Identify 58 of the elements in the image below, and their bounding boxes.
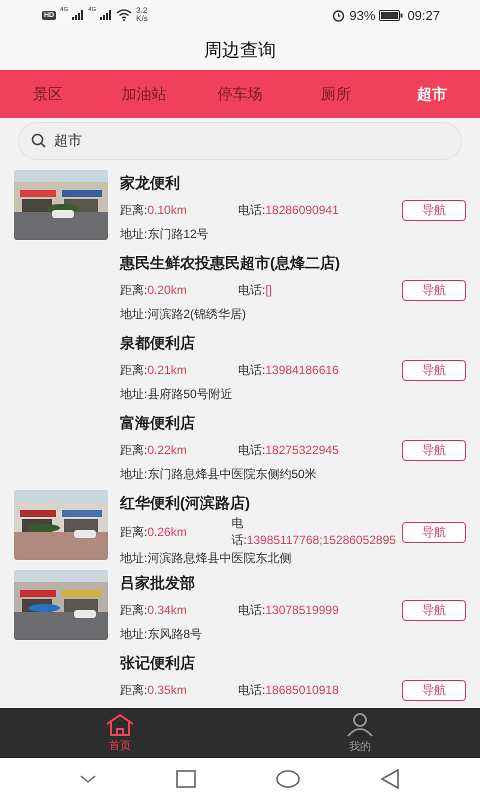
signal-icon [100,10,112,20]
store-name: 吕家批发部 [120,574,196,594]
category-tab[interactable]: 加油站 [96,72,192,116]
navigate-button[interactable]: 导航 [402,200,466,220]
navigate-button[interactable]: 导航 [402,600,466,620]
signal-icon [72,10,84,20]
category-tab[interactable]: 景区 [0,72,96,116]
store-name: 张记便利店 [120,654,196,674]
address-text: 地址:河滨路2(锦绣华居) [120,306,247,323]
page-title: 周边查询 [204,39,276,62]
distance-text: 距离:0.21km [120,362,188,378]
store-name: 家龙便利 [120,174,181,194]
category-tab[interactable]: 超市 [384,72,480,116]
address-text: 地址:东风路8号 [120,626,204,643]
phone-text: 电话:13985117768;15286052895 [231,515,397,549]
alarm-icon [332,8,346,22]
back-icon[interactable] [380,769,400,789]
bottom-tab[interactable]: 我的 [240,708,480,758]
search-field[interactable]: 超市 [18,122,462,160]
home-icon [105,714,135,736]
store-name: 泉都便利店 [120,334,196,354]
distance-text: 距离:0.34km [120,602,188,618]
network-speed: 3.2 K/s [136,7,148,23]
store-name: 红华便利(河滨路店) [120,494,251,514]
category-tab[interactable]: 厕所 [288,72,384,116]
wifi-icon [116,9,132,21]
address-text: 地址:东门路息烽县中医院东侧约50米 [120,466,318,483]
store-name: 惠民生鲜农投惠民超市(息烽二店) [120,254,341,274]
home-circle-icon[interactable] [276,770,300,788]
phone-text: 电话:[] [238,282,274,298]
battery-percent: 93% [349,8,376,22]
navigate-button[interactable]: 导航 [402,360,466,380]
phone-text: 电话:13078519999 [238,602,340,618]
search-icon [31,133,46,148]
store-name: 富海便利店 [120,414,196,434]
phone-text: 电话:13984186616 [238,362,340,378]
address-text: 地址:县府路50号附近 [120,386,234,403]
address-text: 地址:河滨路息烽县中医院东北侧 [120,550,292,567]
chevron-down-icon[interactable] [80,775,96,783]
clock-time: 09:27 [407,8,440,22]
address-text: 地址:东门路12号 [120,226,210,243]
distance-text: 距离:0.22km [120,442,188,458]
navigate-button[interactable]: 导航 [402,440,466,460]
distance-text: 距离:0.10km [120,202,188,218]
user-icon [347,712,373,736]
category-tab[interactable]: 停车场 [192,72,288,116]
navigate-button[interactable]: 导航 [402,522,466,542]
navigate-button[interactable]: 导航 [402,280,466,300]
navigate-button[interactable]: 导航 [402,680,466,700]
bottom-tab[interactable]: 首页 [0,708,240,758]
battery-icon [379,10,404,20]
distance-text: 距离:0.35km [120,682,188,698]
phone-text: 电话:18685010918 [238,682,340,698]
distance-text: 距离:0.26km [120,524,188,540]
recent-apps-icon[interactable] [176,770,196,788]
phone-text: 电话:18286090941 [238,202,340,218]
distance-text: 距离:0.20km [120,282,188,298]
phone-text: 电话:18275322945 [238,442,340,458]
